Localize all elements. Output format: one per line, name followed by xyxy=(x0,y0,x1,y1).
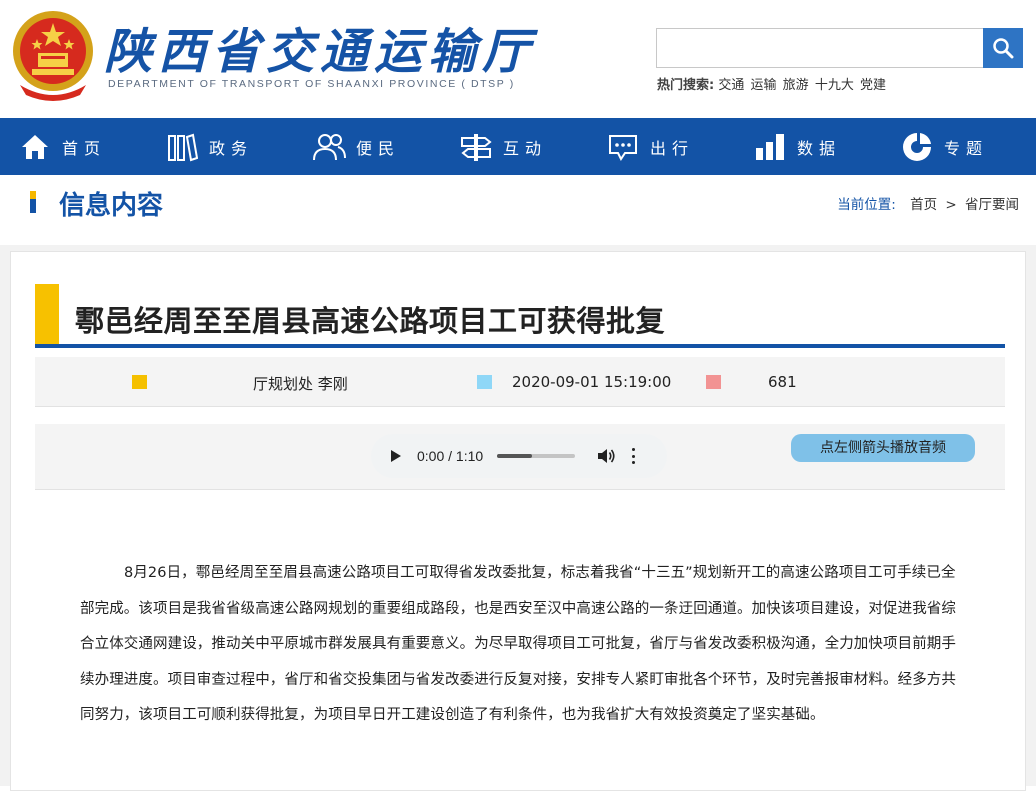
nav-label: 互动 xyxy=(503,138,548,158)
title-accent-bar xyxy=(35,284,59,348)
section-bar: 信息内容 当前位置: 首页 > 省厅要闻 xyxy=(0,175,1036,245)
main-nav: 首页 政务 便民 互动 出行 数据 专题 xyxy=(0,118,1036,175)
nav-item-data[interactable]: 数据 xyxy=(735,118,882,175)
article-title: 鄠邑经周至至眉县高速公路项目工可获得批复 xyxy=(75,304,666,338)
play-icon[interactable] xyxy=(391,450,401,462)
nav-label: 首页 xyxy=(62,138,107,158)
section-title: 信息内容 xyxy=(59,191,164,221)
more-options-icon[interactable] xyxy=(631,448,635,464)
hot-link-traffic[interactable]: 交通 xyxy=(718,78,744,93)
audio-player: 0:00 / 1:10 xyxy=(371,434,667,478)
article-meta: 厅规划处 李刚 2020-09-01 15:19:00 681 xyxy=(35,357,1005,407)
breadcrumb-home[interactable]: 首页 xyxy=(910,197,937,213)
national-emblem-icon xyxy=(13,11,93,101)
nav-label: 数据 xyxy=(797,138,842,158)
breadcrumb-label: 当前位置: xyxy=(837,197,896,213)
site-title: 陕西省交通运输厅 xyxy=(104,24,537,80)
search-input[interactable] xyxy=(656,28,984,68)
nav-item-convenience[interactable]: 便民 xyxy=(294,118,441,175)
breadcrumb-separator: > xyxy=(945,197,957,213)
audio-bar: 0:00 / 1:10 点左侧箭头播放音频 xyxy=(35,424,1005,490)
breadcrumb-current[interactable]: 省厅要闻 xyxy=(965,197,1019,213)
views-marker-icon xyxy=(706,375,721,389)
hot-link-19th-congress[interactable]: 十九大 xyxy=(815,78,854,93)
section-marker xyxy=(30,191,36,213)
title-underline xyxy=(35,344,1005,348)
play-audio-hint[interactable]: 点左侧箭头播放音频 xyxy=(791,434,975,462)
article-views: 681 xyxy=(768,373,797,391)
article-title-block: 鄠邑经周至至眉县高速公路项目工可获得批复 xyxy=(35,284,1005,348)
nav-item-travel[interactable]: 出行 xyxy=(588,118,735,175)
article-datetime: 2020-09-01 15:19:00 xyxy=(512,373,672,391)
home-icon xyxy=(18,131,52,163)
nav-item-home[interactable]: 首页 xyxy=(0,118,147,175)
article-body: 8月26日，鄠邑经周至至眉县高速公路项目工可取得省发改委批复，标志着我省“十三五… xyxy=(80,565,956,723)
bar-chart-icon xyxy=(753,131,787,163)
audio-time: 0:00 / 1:10 xyxy=(417,448,484,464)
search-icon xyxy=(993,38,1014,59)
nav-label: 政务 xyxy=(209,138,254,158)
audio-progress-slider[interactable] xyxy=(497,454,576,458)
site-header: 陕西省交通运输厅 DEPARTMENT OF TRANSPORT OF SHAA… xyxy=(0,0,1036,118)
signpost-icon xyxy=(459,131,493,163)
nav-label: 出行 xyxy=(650,138,695,158)
date-marker-icon xyxy=(477,375,492,389)
article-author: 厅规划处 李刚 xyxy=(253,375,348,393)
hot-search-label: 热门搜索: xyxy=(657,78,715,93)
chat-icon xyxy=(606,131,640,163)
pie-icon xyxy=(900,131,934,163)
nav-item-special[interactable]: 专题 xyxy=(882,118,1029,175)
volume-icon[interactable] xyxy=(597,448,615,464)
author-marker-icon xyxy=(132,375,147,389)
hot-link-tourism[interactable]: 旅游 xyxy=(783,78,809,93)
books-icon xyxy=(165,131,199,163)
nav-label: 便民 xyxy=(356,138,401,158)
hot-search: 热门搜索: 交通 运输 旅游 十九大 党建 xyxy=(657,74,888,93)
nav-item-government[interactable]: 政务 xyxy=(147,118,294,175)
hot-link-party[interactable]: 党建 xyxy=(860,78,886,93)
nav-label: 专题 xyxy=(944,138,989,158)
nav-item-interaction[interactable]: 互动 xyxy=(441,118,588,175)
people-icon xyxy=(312,131,346,163)
breadcrumb: 当前位置: 首页 > 省厅要闻 xyxy=(837,193,1019,213)
search-button[interactable] xyxy=(983,28,1023,68)
site-subtitle: DEPARTMENT OF TRANSPORT OF SHAANXI PROVI… xyxy=(108,78,515,90)
hot-link-transport[interactable]: 运输 xyxy=(751,78,777,93)
